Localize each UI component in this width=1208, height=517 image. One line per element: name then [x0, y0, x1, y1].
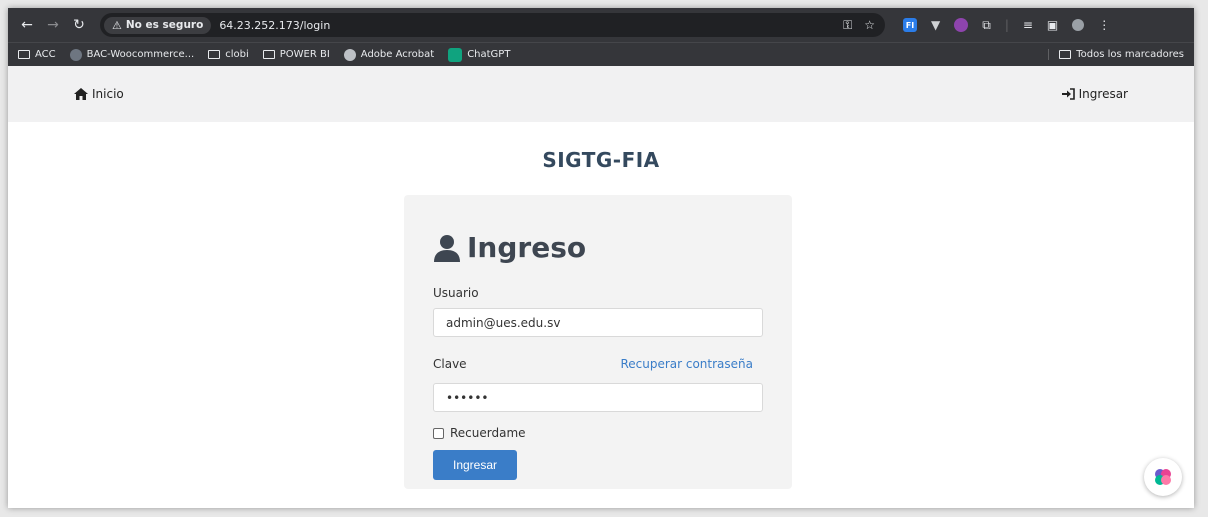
bookmark-acc[interactable]: ACC — [18, 49, 56, 60]
floating-assistant-button[interactable] — [1144, 458, 1182, 496]
bookmark-label: POWER BI — [279, 49, 330, 60]
brain-extension-icon[interactable] — [954, 18, 969, 32]
user-icon — [434, 234, 460, 262]
nav-home-label: Inicio — [92, 87, 124, 101]
nav-home-link[interactable]: Inicio — [74, 87, 124, 101]
globe-icon — [343, 48, 356, 61]
login-title: Ingreso — [467, 231, 587, 264]
extension-icon[interactable]: FI — [903, 18, 917, 32]
top-navbar: Inicio Ingresar — [8, 66, 1194, 122]
username-input[interactable]: admin@ues.edu.sv — [433, 308, 763, 337]
bookmark-label: BAC-Woocommerce... — [86, 49, 195, 60]
profile-avatar-icon[interactable] — [1072, 19, 1085, 31]
address-bar[interactable]: ⚠ No es seguro 64.23.252.173/login ⚿ ☆ — [100, 13, 885, 37]
github-icon — [69, 48, 82, 61]
remember-me-label: Recuerdame — [450, 426, 526, 440]
reload-icon[interactable]: ↻ — [68, 14, 90, 36]
all-bookmarks[interactable]: Todos los marcadores — [1048, 49, 1184, 60]
remember-me-checkbox[interactable] — [433, 427, 444, 439]
nav-login-link[interactable]: Ingresar — [1061, 87, 1128, 101]
brain-icon — [1155, 469, 1171, 485]
password-label-row: Clave Recuperar contraseña — [433, 357, 763, 371]
home-icon — [74, 88, 88, 100]
vue-devtools-icon[interactable]: ▼ — [931, 18, 940, 32]
browser-toolbar: ← → ↻ ⚠ No es seguro 64.23.252.173/login… — [8, 8, 1194, 42]
bookmark-label: clobi — [225, 49, 249, 60]
bookmark-label: ACC — [35, 49, 56, 60]
forward-icon[interactable]: → — [42, 14, 64, 36]
url-text: 64.23.252.173/login — [219, 18, 331, 32]
browser-window: ← → ↻ ⚠ No es seguro 64.23.252.173/login… — [8, 8, 1194, 508]
username-label: Usuario — [433, 286, 479, 300]
login-card-header: Ingreso — [433, 231, 763, 264]
login-card: Ingreso Usuario admin@ues.edu.sv Clave R… — [404, 195, 792, 489]
side-panel-icon[interactable]: ▣ — [1047, 18, 1058, 32]
all-bookmarks-label: Todos los marcadores — [1076, 49, 1184, 60]
chatgpt-icon — [448, 47, 463, 62]
security-label: No es seguro — [125, 19, 204, 31]
password-key-icon[interactable]: ⚿ — [843, 18, 852, 33]
bookmark-label: Adobe Acrobat — [360, 49, 435, 60]
bookmarks-bar: ACC BAC-Woocommerce... clobi POWER BI Ad… — [8, 42, 1194, 66]
bookmark-chatgpt[interactable]: ChatGPT — [448, 47, 511, 62]
bookmark-adobe-acrobat[interactable]: Adobe Acrobat — [343, 48, 435, 61]
security-indicator[interactable]: ⚠ No es seguro — [104, 16, 212, 34]
folder-icon — [262, 50, 275, 59]
page-title: SIGTG-FIA — [542, 148, 660, 172]
bookmark-power-bi[interactable]: POWER BI — [262, 49, 330, 60]
folder-icon — [18, 50, 30, 59]
sign-in-icon — [1061, 88, 1075, 100]
reading-list-icon[interactable]: ≡ — [1023, 18, 1033, 32]
bookmark-label: ChatGPT — [467, 49, 511, 60]
nav-login-label: Ingresar — [1078, 87, 1128, 101]
menu-kebab-icon[interactable]: ⋮ — [1098, 18, 1110, 32]
warning-icon: ⚠ — [112, 18, 122, 32]
extensions-puzzle-icon[interactable]: ⧉ — [982, 18, 991, 33]
bookmark-star-icon[interactable]: ☆ — [864, 18, 875, 33]
password-input[interactable]: •••••• — [433, 383, 763, 412]
remember-me-row[interactable]: Recuerdame — [433, 426, 763, 440]
folder-icon — [208, 50, 221, 59]
page-content: Inicio Ingresar SIGTG-FIA Ingreso Usuari… — [8, 66, 1194, 508]
recover-password-link[interactable]: Recuperar contraseña — [620, 357, 753, 371]
back-icon[interactable]: ← — [16, 14, 38, 36]
login-submit-button[interactable]: Ingresar — [433, 450, 517, 480]
bookmark-clobi[interactable]: clobi — [208, 49, 249, 60]
bookmark-bac-woocommerce[interactable]: BAC-Woocommerce... — [69, 48, 195, 61]
folder-icon — [1059, 50, 1072, 59]
password-label: Clave — [433, 357, 467, 371]
